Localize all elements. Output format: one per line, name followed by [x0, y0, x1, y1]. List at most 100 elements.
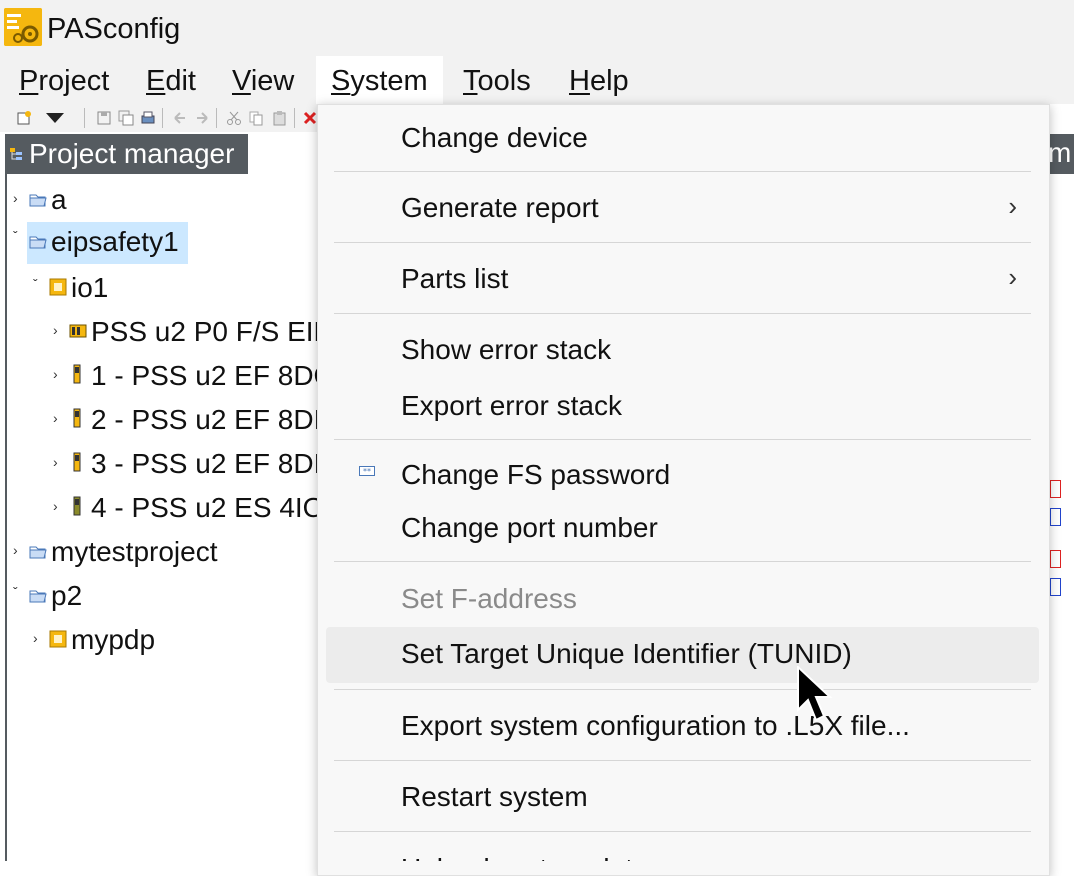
system-menu-dropdown: Change device Generate report › Parts li… [317, 104, 1050, 876]
expand-caret-icon[interactable]: › [13, 542, 18, 558]
tree-node-eipsafety1[interactable]: ˇ eipsafety1 [7, 222, 307, 264]
menu-item-generate-report[interactable]: Generate report › [318, 183, 1049, 235]
menu-bar: Project Edit View System Tools Help [0, 56, 1074, 104]
menu-separator [334, 689, 1031, 690]
expand-caret-icon[interactable]: › [53, 366, 58, 382]
menu-item-set-tunid[interactable]: Set Target Unique Identifier (TUNID) [326, 627, 1039, 683]
tree-node-label: mypdp [71, 624, 156, 655]
paste-icon[interactable] [272, 110, 288, 126]
tree-node-label: mytestproject [51, 536, 218, 567]
tree-node-mytestproject[interactable]: › mytestproject [7, 534, 319, 570]
tree-node-mypdp[interactable]: › mypdp [7, 622, 307, 658]
menu-item-label: Export error stack [401, 390, 622, 421]
tree-node-label: a [51, 184, 67, 215]
menu-separator [334, 561, 1031, 562]
toolbar-separator [162, 108, 163, 128]
expand-caret-icon[interactable]: › [53, 498, 58, 514]
menu-separator [334, 439, 1031, 440]
submenu-arrow-icon: › [1008, 191, 1017, 221]
menu-item-restart-system[interactable]: Restart system [318, 772, 1049, 824]
menu-edit[interactable]: Edit [144, 64, 198, 98]
menu-item-label: Parts list [401, 263, 509, 294]
app-icon [4, 8, 42, 46]
editor-artifact [1050, 480, 1061, 498]
tree-node-label: eipsafety1 [51, 226, 179, 257]
tree-node-label: 4 - PSS u2 ES 4IO [91, 492, 325, 523]
tree-node-io1[interactable]: ˇ io1 [7, 270, 307, 306]
tree-node-module-1[interactable]: › 1 - PSS u2 EF 8DO [7, 358, 335, 394]
redo-icon[interactable] [194, 110, 210, 126]
collapse-caret-icon[interactable]: ˇ [13, 584, 18, 600]
copy-icon[interactable] [248, 110, 264, 126]
mouse-cursor-icon [797, 666, 833, 722]
menu-item-set-f-address: Set F-address [318, 574, 1049, 626]
menu-separator [334, 831, 1031, 832]
menu-item-label: Change FS password [401, 459, 671, 490]
app-title: PASconfig [47, 13, 181, 45]
svg-text:**: ** [363, 467, 371, 476]
folder-icon [29, 236, 47, 249]
menu-view[interactable]: View [230, 64, 296, 98]
password-icon: ** [359, 466, 375, 476]
menu-item-label: Set Target Unique Identifier (TUNID) [401, 638, 852, 669]
toolbar-separator [84, 108, 85, 128]
dropdown-arrow-icon[interactable] [46, 113, 64, 123]
tree-node-p2[interactable]: ˇ p2 [7, 578, 307, 614]
io-module-icon [73, 496, 81, 516]
title-bar: PASconfig [0, 0, 1074, 56]
menu-item-label: Restart system [401, 781, 588, 812]
collapse-caret-icon[interactable]: ˇ [33, 276, 38, 292]
expand-caret-icon[interactable]: › [53, 410, 58, 426]
menu-item-change-fs-password[interactable]: ** Change FS password [318, 450, 1049, 502]
expand-caret-icon[interactable]: › [53, 322, 58, 338]
module-icon [69, 324, 87, 338]
new-project-icon[interactable] [16, 110, 32, 126]
print-icon[interactable] [140, 110, 156, 126]
menu-tools[interactable]: Tools [461, 64, 533, 98]
save-all-icon[interactable] [118, 110, 134, 126]
collapse-caret-icon[interactable]: ˇ [13, 228, 18, 244]
io-module-icon [73, 408, 81, 428]
io-module-icon [73, 452, 81, 472]
toolbar [0, 104, 330, 132]
editor-artifact [1050, 550, 1061, 568]
tree-node-label: PSS u2 P0 F/S EIP [91, 316, 333, 347]
menu-help[interactable]: Help [567, 64, 631, 98]
tree-node-module-3[interactable]: › 3 - PSS u2 EF 8DI [7, 446, 322, 482]
tree-node-module-4[interactable]: › 4 - PSS u2 ES 4IO [7, 490, 324, 526]
menu-separator [334, 760, 1031, 761]
menu-item-export-error-stack[interactable]: Export error stack [318, 381, 1049, 433]
expand-caret-icon[interactable]: › [53, 454, 58, 470]
editor-artifact [1050, 508, 1061, 526]
menu-item-change-port-number[interactable]: Change port number [318, 503, 1049, 555]
folder-icon [29, 194, 47, 207]
menu-item-show-error-stack[interactable]: Show error stack [318, 325, 1049, 377]
delete-icon[interactable] [302, 110, 318, 126]
menu-separator [334, 313, 1031, 314]
tree-node-a[interactable]: › a [7, 182, 307, 218]
expand-caret-icon[interactable]: › [13, 190, 18, 206]
menu-item-change-device[interactable]: Change device [318, 113, 1049, 165]
device-icon [49, 278, 67, 296]
folder-icon [29, 590, 47, 603]
project-tree: › a ˇ eipsafety1 ˇ io1 › PSS u2 P0 F/S E… [5, 174, 335, 861]
menu-item-label: Generate report [401, 192, 599, 223]
tree-node-label: 3 - PSS u2 EF 8DI [91, 448, 322, 479]
menu-item-label: Change device [401, 122, 588, 153]
tree-node-label: 1 - PSS u2 EF 8DO [91, 360, 336, 391]
menu-item-upload-system-data[interactable]: Upload system data [318, 845, 1049, 861]
undo-icon[interactable] [172, 110, 188, 126]
tree-node-module-2[interactable]: › 2 - PSS u2 EF 8DI [7, 402, 321, 438]
tree-node-pss-head[interactable]: › PSS u2 P0 F/S EIP [7, 314, 332, 350]
menu-project[interactable]: Project [17, 64, 111, 98]
cut-icon[interactable] [226, 110, 242, 126]
save-icon[interactable] [96, 110, 112, 126]
menu-item-parts-list[interactable]: Parts list › [318, 254, 1049, 306]
right-panel-title: m [1048, 137, 1072, 168]
menu-system[interactable]: System [316, 56, 443, 104]
expand-caret-icon[interactable]: › [33, 630, 38, 646]
device-icon [49, 630, 67, 648]
toolbar-separator [294, 108, 295, 128]
menu-item-export-l5x[interactable]: Export system configuration to .L5X file… [318, 701, 1049, 753]
io-module-icon [73, 364, 81, 384]
